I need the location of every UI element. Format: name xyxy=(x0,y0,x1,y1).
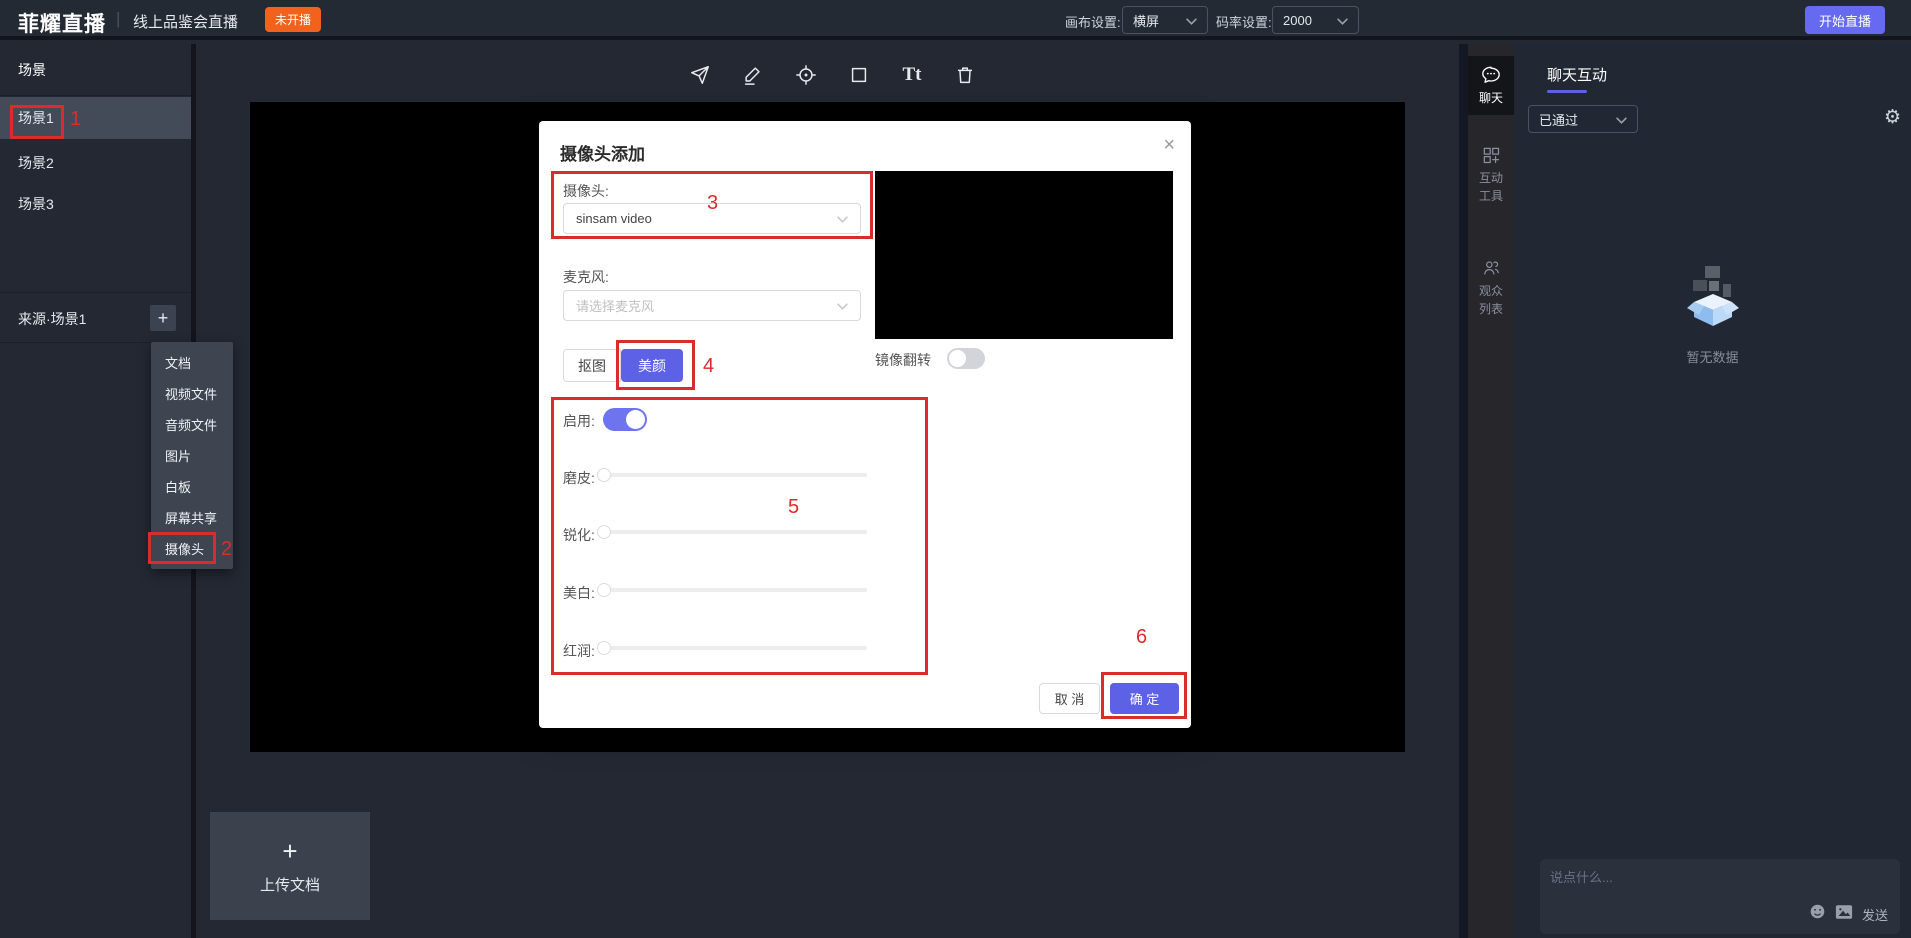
close-icon[interactable]: × xyxy=(1163,135,1175,155)
chat-bubble-icon xyxy=(1480,65,1502,88)
gear-icon[interactable]: ⚙ xyxy=(1884,108,1901,127)
menu-item-image[interactable]: 图片 xyxy=(151,440,233,471)
add-source-button[interactable]: + xyxy=(150,305,176,331)
menu-item-screen-share[interactable]: 屏幕共享 xyxy=(151,502,233,533)
chat-input-actions: 发送 xyxy=(1809,903,1888,925)
rosy-slider[interactable] xyxy=(609,646,867,650)
sharpen-label: 锐化: xyxy=(563,525,595,545)
smooth-skin-label: 磨皮: xyxy=(563,468,595,488)
dialog-title: 摄像头添加 xyxy=(560,140,645,165)
menu-item-document[interactable]: 文档 xyxy=(151,347,233,378)
audience-people-icon xyxy=(1481,258,1501,281)
sidebar-item-scene1[interactable]: 场景1 xyxy=(0,97,191,139)
sources-header: 来源·场景1 xyxy=(18,309,86,329)
chat-interaction-panel: 聊天互动 已通过 ⚙ 暂无数据 xyxy=(1514,44,1911,938)
camera-label: 摄像头: xyxy=(563,181,609,201)
active-tab-underline xyxy=(1547,90,1587,93)
chevron-down-icon xyxy=(837,211,848,226)
tab-interactive-tools[interactable]: 互动 工具 xyxy=(1468,136,1514,213)
send-button[interactable]: 发送 xyxy=(1862,905,1888,924)
chevron-down-icon xyxy=(1337,13,1348,28)
status-badge: 未开播 xyxy=(265,7,321,32)
bitrate-setting-select[interactable]: 2000 xyxy=(1272,6,1359,34)
target-locate-icon[interactable] xyxy=(794,63,818,87)
sharpen-slider[interactable] xyxy=(609,530,867,534)
camera-preview xyxy=(875,171,1173,339)
app-logo: 菲耀直播 xyxy=(18,8,106,38)
scrollbar[interactable] xyxy=(1459,44,1468,938)
start-live-button[interactable]: 开始直播 xyxy=(1805,6,1885,34)
enable-label: 启用: xyxy=(563,411,595,431)
whiten-slider-handle[interactable] xyxy=(597,583,611,597)
right-tab-strip: 聊天 互动 工具 观众 列表 xyxy=(1468,44,1514,938)
beauty-tab-button[interactable]: 美颜 xyxy=(621,349,683,382)
image-upload-icon[interactable] xyxy=(1835,904,1853,925)
pencil-edit-icon[interactable] xyxy=(741,63,765,87)
room-title: 线上品鉴会直播 xyxy=(133,11,238,32)
mirror-flip-toggle[interactable] xyxy=(947,348,985,369)
scenes-header: 场景 xyxy=(0,44,191,96)
upload-document-button[interactable]: + 上传文档 xyxy=(210,812,370,920)
whiten-label: 美白: xyxy=(563,583,595,603)
text-tool-icon[interactable]: Tt xyxy=(900,63,924,87)
chevron-down-icon xyxy=(1186,13,1197,28)
tab-audience-list[interactable]: 观众 列表 xyxy=(1468,249,1514,326)
smooth-skin-slider[interactable] xyxy=(609,473,867,477)
add-source-menu: 文档 视频文件 音频文件 图片 白板 屏幕共享 摄像头 xyxy=(151,342,233,569)
canvas-setting-value: 横屏 xyxy=(1133,11,1159,30)
select-cursor-icon[interactable] xyxy=(688,63,712,87)
sidebar-item-scene2[interactable]: 场景2 xyxy=(0,142,191,184)
emoji-smiley-icon[interactable] xyxy=(1809,903,1826,925)
plus-icon: + xyxy=(282,838,297,864)
bitrate-setting-label: 码率设置: xyxy=(1216,12,1272,31)
microphone-select[interactable]: 请选择麦克风 xyxy=(563,290,861,321)
menu-item-video-file[interactable]: 视频文件 xyxy=(151,378,233,409)
empty-state-text: 暂无数据 xyxy=(1686,347,1738,366)
camera-add-dialog: 摄像头添加 × 摄像头: sinsam video 麦克风: 请选择麦克风 抠图… xyxy=(539,121,1191,728)
smooth-skin-slider-handle[interactable] xyxy=(597,468,611,482)
microphone-label: 麦克风: xyxy=(563,267,609,287)
microphone-select-placeholder: 请选择麦克风 xyxy=(576,296,654,315)
chevron-down-icon xyxy=(837,298,848,313)
tab-chat[interactable]: 聊天 xyxy=(1468,56,1514,115)
beauty-enable-toggle[interactable] xyxy=(603,408,647,431)
canvas-toolbar: Tt xyxy=(688,63,977,87)
mirror-flip-label: 镜像翻转 xyxy=(875,350,931,370)
matting-tab-button[interactable]: 抠图 xyxy=(563,349,621,382)
camera-select-value: sinsam video xyxy=(576,211,652,226)
menu-item-camera[interactable]: 摄像头 xyxy=(151,533,233,564)
whiten-slider[interactable] xyxy=(609,588,867,592)
chat-input[interactable] xyxy=(1550,867,1830,903)
canvas-setting-select[interactable]: 横屏 xyxy=(1122,6,1208,34)
sharpen-slider-handle[interactable] xyxy=(597,525,611,539)
rosy-label: 红润: xyxy=(563,641,595,661)
rosy-slider-handle[interactable] xyxy=(597,641,611,655)
message-filter-select[interactable]: 已通过 xyxy=(1528,105,1638,133)
confirm-button[interactable]: 确 定 xyxy=(1110,683,1179,714)
trash-delete-icon[interactable] xyxy=(953,63,977,87)
sources-header-row: 来源·场景1 + xyxy=(0,293,191,343)
menu-item-audio-file[interactable]: 音频文件 xyxy=(151,409,233,440)
sidebar-item-scene3[interactable]: 场景3 xyxy=(0,183,191,225)
camera-select[interactable]: sinsam video xyxy=(563,203,861,234)
chat-input-box: 发送 xyxy=(1540,859,1900,934)
blocks-tools-icon xyxy=(1481,145,1501,168)
rectangle-shape-icon[interactable] xyxy=(847,63,871,87)
message-filter-value: 已通过 xyxy=(1539,110,1578,129)
empty-box-icon xyxy=(1685,264,1741,333)
menu-item-whiteboard[interactable]: 白板 xyxy=(151,471,233,502)
top-bar: 菲耀直播 | 线上品鉴会直播 未开播 画布设置: 横屏 码率设置: 2000 开… xyxy=(0,0,1911,40)
cancel-button[interactable]: 取 消 xyxy=(1039,683,1100,714)
bitrate-setting-value: 2000 xyxy=(1283,13,1312,28)
canvas-setting-label: 画布设置: xyxy=(1065,12,1121,31)
empty-state: 暂无数据 xyxy=(1514,264,1911,366)
chat-panel-title: 聊天互动 xyxy=(1547,64,1607,85)
logo-divider: | xyxy=(116,9,120,29)
chevron-down-icon xyxy=(1616,112,1627,127)
